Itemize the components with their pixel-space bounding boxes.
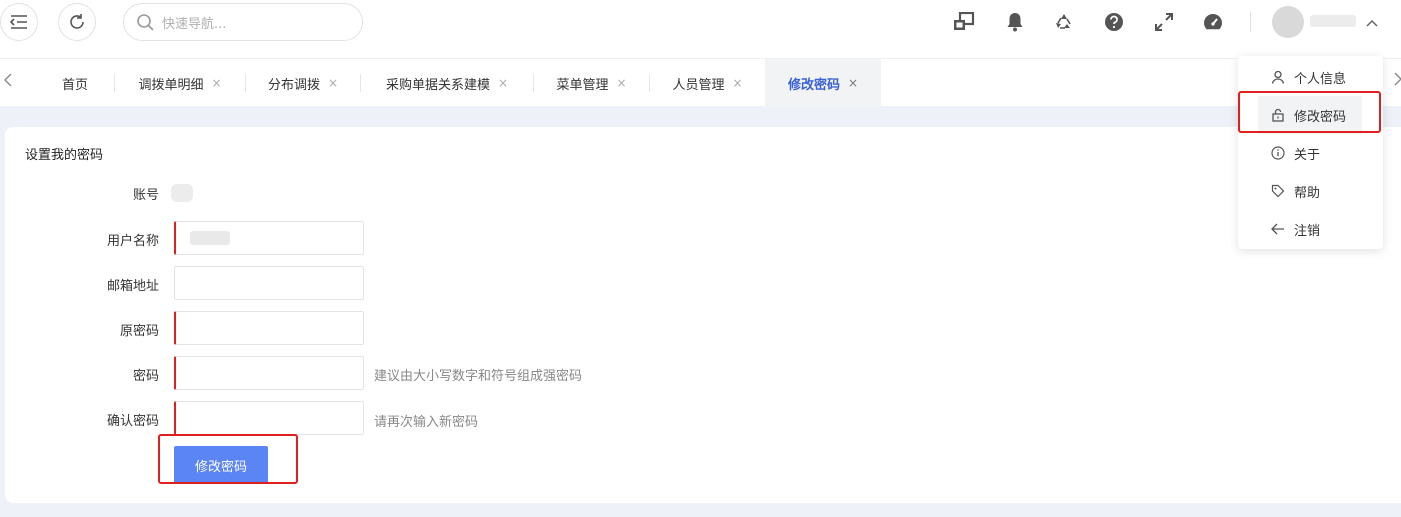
tab-label: 采购单据关系建模 [385, 77, 490, 93]
top-header: 快速导航... [0, 0, 1401, 58]
chevron-left-icon [4, 73, 12, 87]
bell-icon [1007, 13, 1023, 32]
confirm-password-hint: 请再次输入新密码 [374, 415, 479, 430]
tab-label: 人员管理 [672, 77, 725, 93]
old-password-label: 原密码 [119, 324, 159, 339]
refresh-button[interactable] [58, 3, 96, 41]
dashboard-button[interactable] [1201, 10, 1225, 34]
search-placeholder: 快速导航... [162, 16, 227, 32]
header-divider [1250, 12, 1251, 32]
menu-item-label: 注销 [1294, 223, 1321, 239]
tab-close-icon[interactable]: × [616, 76, 626, 90]
refresh-icon [70, 14, 84, 29]
search-input[interactable]: 快速导航... [123, 3, 363, 41]
email-label: 邮箱地址 [106, 279, 159, 294]
menu-item-label: 个人信息 [1294, 71, 1347, 87]
user-name-blurred[interactable] [1310, 15, 1356, 27]
search-icon [137, 14, 154, 31]
tab-close-icon[interactable]: × [732, 76, 742, 90]
menu-item-logout[interactable]: 注销 [1258, 210, 1362, 248]
tab-label: 调拨单明细 [138, 77, 204, 93]
old-password-field[interactable] [174, 311, 364, 345]
user-menu-toggle[interactable] [1366, 16, 1378, 31]
help-button[interactable] [1102, 10, 1126, 34]
email-field[interactable] [174, 266, 364, 300]
tab-bar: 首页 调拨单明细 × 分布调拨 × 采购单据关系建模 × 菜单管理 × 人员管理… [0, 58, 1401, 107]
username-value-blurred [190, 231, 230, 245]
tab-purchase-relation-model[interactable]: 采购单据关系建模 × [361, 59, 533, 107]
page-title: 设置我的密码 [25, 148, 104, 163]
tab-label: 分布调拨 [267, 77, 320, 93]
highlight-box-menu [1238, 91, 1381, 133]
menu-item-about[interactable]: 关于 [1258, 134, 1362, 172]
tab-close-icon[interactable]: × [211, 76, 221, 90]
chevron-right-icon [1394, 72, 1401, 86]
confirm-password-label: 确认密码 [106, 414, 159, 429]
account-value-blurred [171, 184, 193, 202]
question-icon [1105, 13, 1123, 31]
tab-change-password[interactable]: 修改密码 × [765, 59, 881, 107]
chevron-up-icon [1366, 19, 1378, 27]
tag-icon [1270, 184, 1286, 198]
tab-close-icon[interactable]: × [328, 76, 338, 90]
tab-label: 首页 [61, 77, 88, 93]
expand-icon [1155, 13, 1173, 31]
notification-button[interactable] [1003, 10, 1027, 34]
tab-label: 修改密码 [787, 77, 840, 93]
windows-icon [954, 12, 975, 30]
highlight-box-submit [158, 434, 298, 484]
avatar[interactable] [1272, 6, 1304, 38]
tab-close-icon[interactable]: × [498, 76, 508, 90]
menu-item-label: 帮助 [1294, 185, 1321, 201]
password-hint: 建议由大小写数字和符号组成强密码 [374, 369, 583, 384]
account-label: 账号 [132, 188, 159, 203]
tab-label: 菜单管理 [556, 77, 609, 93]
menu-toggle-button[interactable] [0, 3, 38, 41]
menu-item-label: 关于 [1294, 147, 1321, 163]
tab-menu-management[interactable]: 菜单管理 × [534, 59, 649, 107]
username-label: 用户名称 [106, 234, 159, 249]
tab-distribution-transfer[interactable]: 分布调拨 × [246, 59, 360, 107]
tab-scroll-left-button[interactable] [4, 73, 12, 91]
user-icon [1270, 70, 1286, 84]
tab-home[interactable]: 首页 [40, 59, 110, 107]
password-label: 密码 [132, 369, 159, 384]
menu-item-help[interactable]: 帮助 [1258, 172, 1362, 210]
username-field[interactable] [174, 221, 364, 255]
menu-fold-icon [10, 15, 27, 29]
tab-staff-management[interactable]: 人员管理 × [650, 59, 765, 107]
tab-close-icon[interactable]: × [848, 76, 858, 90]
recycle-button[interactable] [1052, 10, 1076, 34]
window-switch-button[interactable] [952, 10, 976, 34]
recycle-icon [1056, 14, 1071, 29]
user-dropdown-menu: 个人信息 修改密码 关于 帮助 注销 [1238, 56, 1383, 249]
password-field[interactable] [174, 356, 364, 390]
tab-scroll-right-button[interactable] [1394, 72, 1401, 90]
tab-transfer-detail[interactable]: 调拨单明细 × [115, 59, 245, 107]
arrow-left-icon [1270, 223, 1286, 235]
info-icon [1270, 146, 1286, 160]
fullscreen-button[interactable] [1152, 10, 1176, 34]
confirm-password-field[interactable] [174, 401, 364, 435]
dashboard-gauge-icon [1204, 14, 1222, 30]
